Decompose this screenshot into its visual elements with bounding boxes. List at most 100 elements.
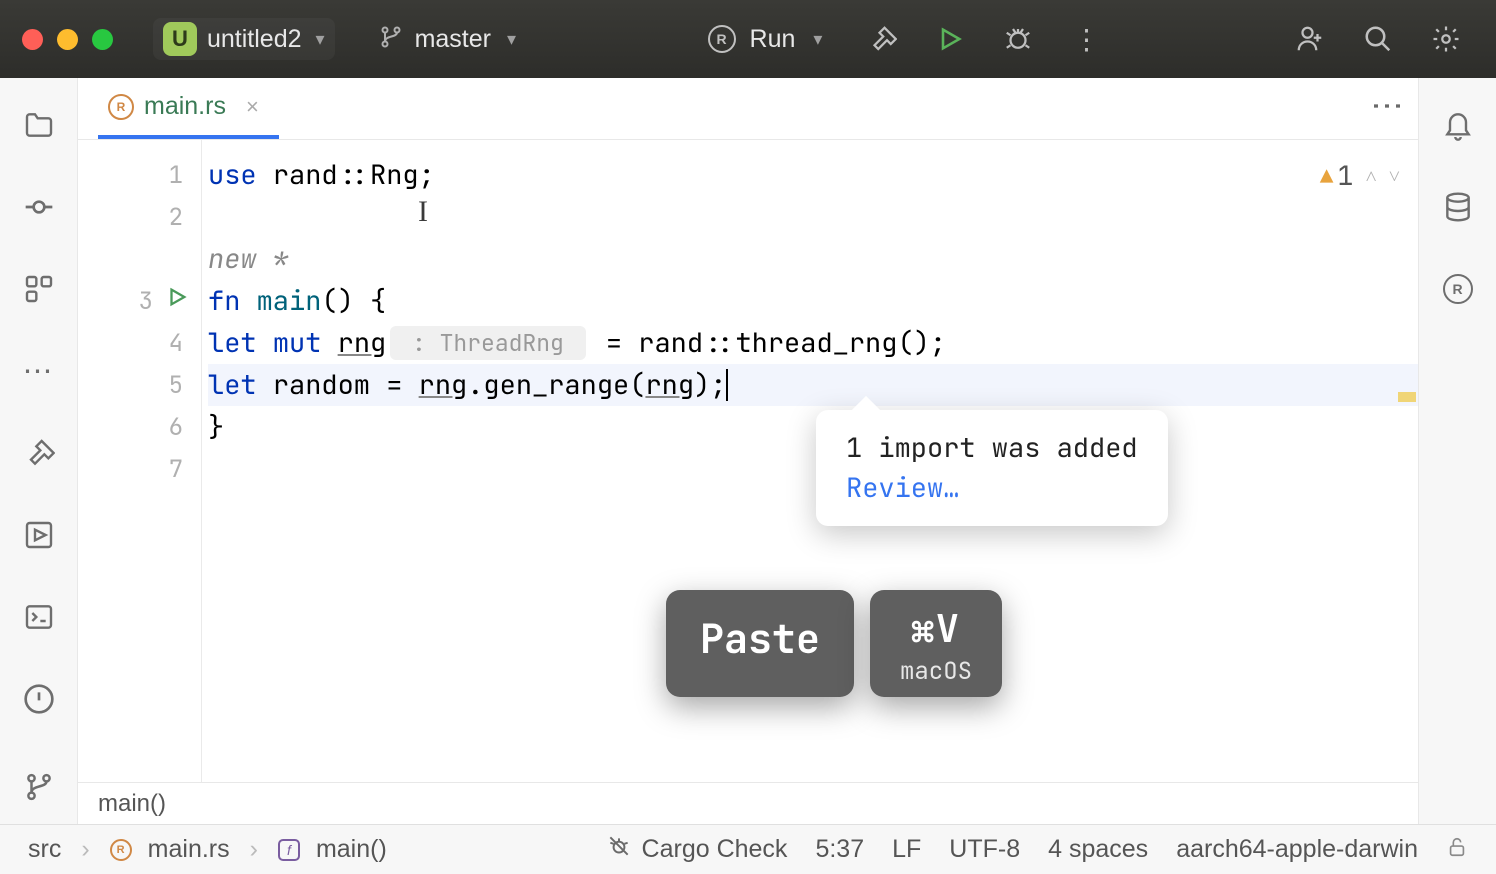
structure-tool-icon[interactable]: [22, 272, 56, 306]
line-number[interactable]: 4: [78, 322, 201, 364]
more-icon[interactable]: ⋮: [1070, 23, 1102, 55]
gutter: 1 2 3 4 5 6 7: [78, 140, 202, 782]
close-tab-icon[interactable]: ×: [246, 94, 259, 120]
line-number[interactable]: 7: [78, 448, 201, 490]
paste-shortcut-badge: ⌘V macOS: [870, 590, 1002, 697]
code-line: let mut rng : ThreadRng = rand::thread_r…: [208, 322, 1418, 364]
code-line: }: [208, 406, 1418, 448]
file-tab[interactable]: R main.rs ×: [98, 78, 279, 139]
project-name: untitled2: [207, 25, 302, 54]
status-right: Cargo Check 5:37 LF UTF-8 4 spaces aarch…: [606, 833, 1468, 866]
close-window-button[interactable]: [22, 29, 43, 50]
toolbar-center-icons: ⋮: [866, 23, 1102, 55]
run-config-label: Run: [750, 25, 796, 54]
code-line: let random = rng.gen_range(rng);: [208, 364, 1418, 406]
breadcrumb-file[interactable]: main.rs: [148, 835, 230, 864]
code-line: fn main() {: [208, 280, 1418, 322]
project-letter-badge: U: [163, 22, 197, 56]
line-number[interactable]: 6: [78, 406, 201, 448]
encoding[interactable]: UTF-8: [949, 835, 1020, 864]
line-number[interactable]: 1: [78, 154, 201, 196]
tooltip-review-link[interactable]: Review…: [846, 470, 1138, 506]
titlebar: U untitled2 ▾ master ▾ R Run ▾ ⋮: [0, 0, 1496, 78]
text-cursor-icon: I: [418, 195, 428, 229]
line-ending[interactable]: LF: [892, 835, 921, 864]
tab-filename: main.rs: [144, 92, 226, 121]
status-bar: src › R main.rs › f main() Cargo Check 5…: [0, 824, 1496, 874]
cargo-check-status[interactable]: Cargo Check: [606, 833, 788, 866]
run-tool-icon[interactable]: [22, 518, 56, 552]
project-tool-icon[interactable]: [22, 108, 56, 142]
settings-icon[interactable]: [1430, 23, 1462, 55]
rust-file-icon: R: [110, 839, 132, 861]
rust-icon: R: [708, 25, 736, 53]
run-gutter-icon[interactable]: [166, 285, 188, 316]
search-icon[interactable]: [1362, 23, 1394, 55]
maximize-window-button[interactable]: [92, 29, 113, 50]
vcs-tool-icon[interactable]: [22, 770, 56, 804]
branch-name: master: [415, 25, 491, 54]
editor-area: R main.rs × ⋮ 1 2 3 4 5 6 7: [78, 78, 1418, 824]
prev-issue-icon[interactable]: ˄: [1365, 163, 1376, 189]
line-number[interactable]: [78, 238, 201, 280]
paste-label: Paste: [666, 590, 854, 697]
run-icon[interactable]: [934, 23, 966, 55]
inlay-hint-line: new *: [208, 238, 1418, 280]
build-target[interactable]: aarch64-apple-darwin: [1176, 835, 1418, 864]
chevron-down-icon: ▾: [507, 29, 516, 50]
traffic-lights: [22, 29, 113, 50]
warning-count: 1: [1337, 158, 1353, 194]
line-number[interactable]: 5: [78, 364, 201, 406]
notifications-icon[interactable]: [1441, 108, 1475, 142]
scrollbar-warning-marker[interactable]: [1398, 392, 1416, 402]
project-selector[interactable]: U untitled2 ▾: [153, 18, 335, 60]
warning-icon: ▲: [1320, 162, 1333, 191]
breadcrumb-src[interactable]: src: [28, 835, 61, 864]
readonly-lock-icon[interactable]: [1446, 836, 1468, 864]
next-issue-icon[interactable]: ˅: [1389, 163, 1400, 189]
problems-tool-icon[interactable]: [22, 682, 56, 716]
build-tool-icon[interactable]: [22, 436, 56, 470]
branch-selector[interactable]: master ▾: [379, 25, 516, 54]
right-tool-strip: R: [1418, 78, 1496, 824]
warning-count-badge[interactable]: ▲ 1: [1320, 158, 1353, 194]
build-icon[interactable]: [866, 23, 898, 55]
database-tool-icon[interactable]: [1441, 190, 1475, 224]
breadcrumb-item[interactable]: main(): [98, 790, 166, 818]
code-line: [208, 448, 1418, 490]
code-line: use rand::Rng;: [208, 154, 1418, 196]
chevron-down-icon: ▾: [316, 29, 325, 50]
commit-tool-icon[interactable]: [22, 190, 56, 224]
debug-icon[interactable]: [1002, 23, 1034, 55]
cargo-check-icon: [606, 833, 632, 866]
shortcut-keys: ⌘V: [900, 604, 972, 654]
left-tool-strip: ⋯: [0, 78, 78, 824]
run-config-selector[interactable]: R Run ▾: [708, 25, 823, 54]
nav-breadcrumb[interactable]: main(): [78, 782, 1418, 824]
cargo-tool-icon[interactable]: R: [1441, 272, 1475, 306]
function-icon: f: [278, 839, 300, 861]
shortcut-os: macOS: [900, 656, 972, 687]
branch-icon: [379, 25, 403, 54]
chevron-right-icon: ›: [81, 835, 89, 864]
main-area: ⋯ R main.rs × ⋮: [0, 78, 1496, 824]
code-editor[interactable]: 1 2 3 4 5 6 7 use rand::Rng; new * fn ma…: [78, 140, 1418, 782]
inspection-indicators: ▲ 1 ˄ ˅: [1320, 158, 1400, 194]
toolbar-right-icons: [1294, 23, 1474, 55]
more-tools-icon[interactable]: ⋯: [22, 354, 56, 388]
chevron-right-icon: ›: [250, 835, 258, 864]
import-added-tooltip: 1 import was added Review…: [816, 410, 1168, 526]
minimize-window-button[interactable]: [57, 29, 78, 50]
text-caret: [726, 369, 728, 401]
breadcrumb-function[interactable]: main(): [316, 835, 387, 864]
cursor-position[interactable]: 5:37: [815, 835, 864, 864]
tooltip-title: 1 import was added: [846, 430, 1138, 466]
indent-setting[interactable]: 4 spaces: [1048, 835, 1148, 864]
code-with-me-icon[interactable]: [1294, 23, 1326, 55]
line-number[interactable]: 2: [78, 196, 201, 238]
terminal-tool-icon[interactable]: [22, 600, 56, 634]
editor-tabs: R main.rs × ⋮: [78, 78, 1418, 140]
code-line: [208, 196, 1418, 238]
chevron-down-icon: ▾: [813, 29, 822, 50]
code-content[interactable]: use rand::Rng; new * fn main() { let mut…: [202, 140, 1418, 782]
